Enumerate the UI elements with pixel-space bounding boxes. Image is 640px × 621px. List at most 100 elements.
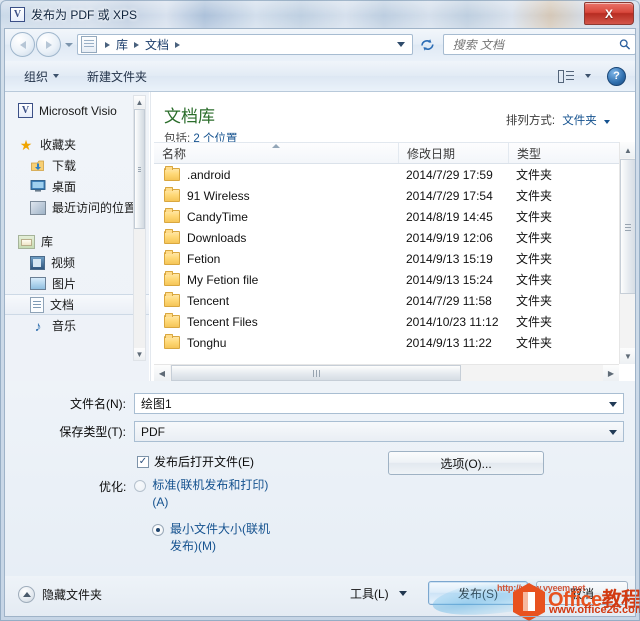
optimize-standard-label[interactable]: 标准(联机发布和打印)(A) — [152, 477, 276, 511]
refresh-button[interactable] — [416, 33, 440, 56]
address-bar[interactable]: 库 文档 — [77, 34, 413, 55]
folder-icon — [164, 250, 180, 265]
favorites-star-icon: ★ — [19, 136, 33, 153]
filename-input[interactable]: 绘图1 — [134, 393, 624, 414]
scroll-right-icon[interactable]: ▶ — [603, 365, 619, 381]
organize-menu[interactable]: 组织 — [16, 64, 67, 89]
sidebar-item-recent-places[interactable]: 最近访问的位置 — [4, 197, 149, 218]
cell-type: 文件夹 — [516, 189, 553, 203]
sidebar-item-videos[interactable]: 视频 — [4, 252, 149, 273]
table-row[interactable]: Tencent Files 2014/10/23 11:12 文件夹 — [154, 311, 619, 332]
arrange-by-control[interactable]: 排列方式: 文件夹 — [506, 112, 610, 128]
file-list-horizontal-scrollbar[interactable]: ◀ ▶ — [154, 364, 619, 381]
documents-icon — [30, 296, 44, 313]
sidebar-item-label: 库 — [41, 235, 54, 249]
cell-name: Downloads — [154, 229, 398, 245]
sidebar-item-libraries[interactable]: 库 — [4, 231, 149, 252]
arrange-by-value[interactable]: 文件夹 — [562, 115, 597, 127]
new-folder-button[interactable]: 新建文件夹 — [79, 64, 155, 89]
breadcrumb-separator-icon — [175, 41, 181, 48]
open-after-publish-checkbox[interactable]: ✓ — [137, 455, 149, 468]
sidebar-item-pictures[interactable]: 图片 — [4, 273, 149, 294]
cell-type: 文件夹 — [516, 252, 553, 266]
chevron-down-icon[interactable] — [609, 429, 617, 435]
cell-date: 2014/9/19 12:06 — [406, 230, 493, 245]
folder-icon — [164, 166, 180, 181]
optimize-standard-radio[interactable] — [134, 480, 147, 492]
table-row[interactable]: Fetion 2014/9/13 15:19 文件夹 — [154, 248, 619, 269]
scroll-left-icon[interactable]: ◀ — [154, 365, 170, 381]
sidebar-item-documents[interactable]: 文档 — [4, 294, 149, 315]
column-header-name-label: 名称 — [162, 146, 187, 161]
table-row[interactable]: Downloads 2014/9/19 12:06 文件夹 — [154, 227, 619, 248]
hide-folders-button[interactable]: 隐藏文件夹 — [18, 586, 102, 603]
chevron-down-icon — [53, 74, 60, 78]
filetype-select[interactable]: PDF — [134, 421, 624, 442]
sidebar-item-music[interactable]: ♪ 音乐 — [4, 315, 149, 336]
column-header-name[interactable]: 名称 — [154, 143, 398, 163]
cell-name: Tencent — [154, 292, 398, 308]
cell-date: 2014/7/29 11:58 — [406, 293, 492, 308]
cancel-button[interactable]: 取消 — [536, 581, 628, 605]
optimize-minimum-radio[interactable] — [152, 524, 164, 536]
table-row[interactable]: CandyTime 2014/8/19 14:45 文件夹 — [154, 206, 619, 227]
open-after-publish-label: 发布后打开文件(E) — [154, 455, 254, 469]
back-button[interactable] — [10, 32, 35, 57]
scrollbar-thumb[interactable] — [620, 159, 636, 294]
publish-button[interactable]: 发布(S) — [428, 581, 528, 605]
chevron-down-icon[interactable] — [609, 401, 617, 407]
scrollbar-thumb[interactable] — [134, 109, 145, 229]
column-header-type[interactable]: 类型 — [508, 143, 619, 163]
sidebar-item-downloads[interactable]: 下载 — [4, 155, 149, 176]
history-dropdown-icon[interactable] — [65, 42, 73, 47]
scrollbar-thumb[interactable] — [171, 365, 461, 381]
publish-pdf-xps-dialog: V 发布为 PDF 或 XPS X 库 文档 搜索 文档 组织 新建文件夹 ? … — [0, 0, 640, 621]
library-icon — [18, 234, 35, 249]
sidebar-item-label: 桌面 — [52, 180, 77, 194]
forward-button[interactable] — [36, 32, 61, 57]
optimize-row: 优化: 标准(联机发布和打印)(A) — [99, 477, 276, 511]
scroll-down-icon[interactable]: ▼ — [134, 348, 145, 360]
column-header-date-label: 修改日期 — [407, 146, 456, 161]
table-row[interactable]: Tencent 2014/7/29 11:58 文件夹 — [154, 290, 619, 311]
table-row[interactable]: 91 Wireless 2014/7/29 17:54 文件夹 — [154, 185, 619, 206]
scroll-up-icon[interactable]: ▲ — [620, 142, 636, 158]
sidebar-item-label: 最近访问的位置 — [52, 201, 137, 215]
search-box[interactable] — [442, 34, 636, 55]
visio-icon: V — [18, 103, 33, 118]
address-dropdown-icon[interactable] — [397, 42, 405, 47]
table-row[interactable]: My Fetion file 2014/9/13 15:24 文件夹 — [154, 269, 619, 290]
scroll-down-icon[interactable]: ▼ — [620, 348, 636, 364]
cell-type: 文件夹 — [516, 315, 553, 329]
file-list-vertical-scrollbar[interactable]: ▲ ▼ — [619, 142, 636, 364]
column-header-date[interactable]: 修改日期 — [398, 143, 508, 163]
breadcrumb-item-library[interactable]: 库 — [115, 36, 129, 53]
sidebar-item-microsoft-visio[interactable]: V Microsoft Visio — [4, 100, 149, 121]
tools-menu-button[interactable]: 工具(L) — [350, 585, 407, 602]
options-button[interactable]: 选项(O)... — [388, 451, 544, 475]
title-area: V 发布为 PDF 或 XPS — [10, 4, 137, 24]
view-mode-button[interactable] — [550, 65, 599, 87]
breadcrumb-item-documents[interactable]: 文档 — [144, 36, 170, 53]
optimize-minimum-label[interactable]: 最小文件大小(联机发布)(M) — [170, 521, 280, 555]
scroll-up-icon[interactable]: ▲ — [134, 96, 145, 108]
cell-name: CandyTime — [154, 208, 398, 224]
breadcrumb-separator-icon — [134, 41, 140, 48]
open-after-publish-row[interactable]: ✓ 发布后打开文件(E) — [137, 453, 254, 470]
folder-icon — [164, 313, 180, 328]
help-icon[interactable]: ? — [607, 66, 626, 86]
videos-icon — [30, 255, 45, 270]
file-name-label: CandyTime — [187, 209, 248, 224]
sidebar-item-favorites[interactable]: ★ 收藏夹 — [4, 134, 149, 155]
arrange-by-label: 排列方式: — [505, 115, 556, 127]
folder-icon — [164, 271, 180, 286]
search-input[interactable] — [450, 36, 620, 53]
sidebar-scrollbar[interactable]: ▲ ▼ — [133, 95, 146, 361]
file-name-label: My Fetion file — [187, 272, 259, 287]
sidebar-item-desktop[interactable]: 桌面 — [4, 176, 149, 197]
table-row[interactable]: .android 2014/7/29 17:59 文件夹 — [154, 164, 619, 185]
table-row[interactable]: Tonghu 2014/9/13 11:22 文件夹 — [154, 332, 619, 353]
close-button[interactable]: X — [584, 2, 634, 25]
